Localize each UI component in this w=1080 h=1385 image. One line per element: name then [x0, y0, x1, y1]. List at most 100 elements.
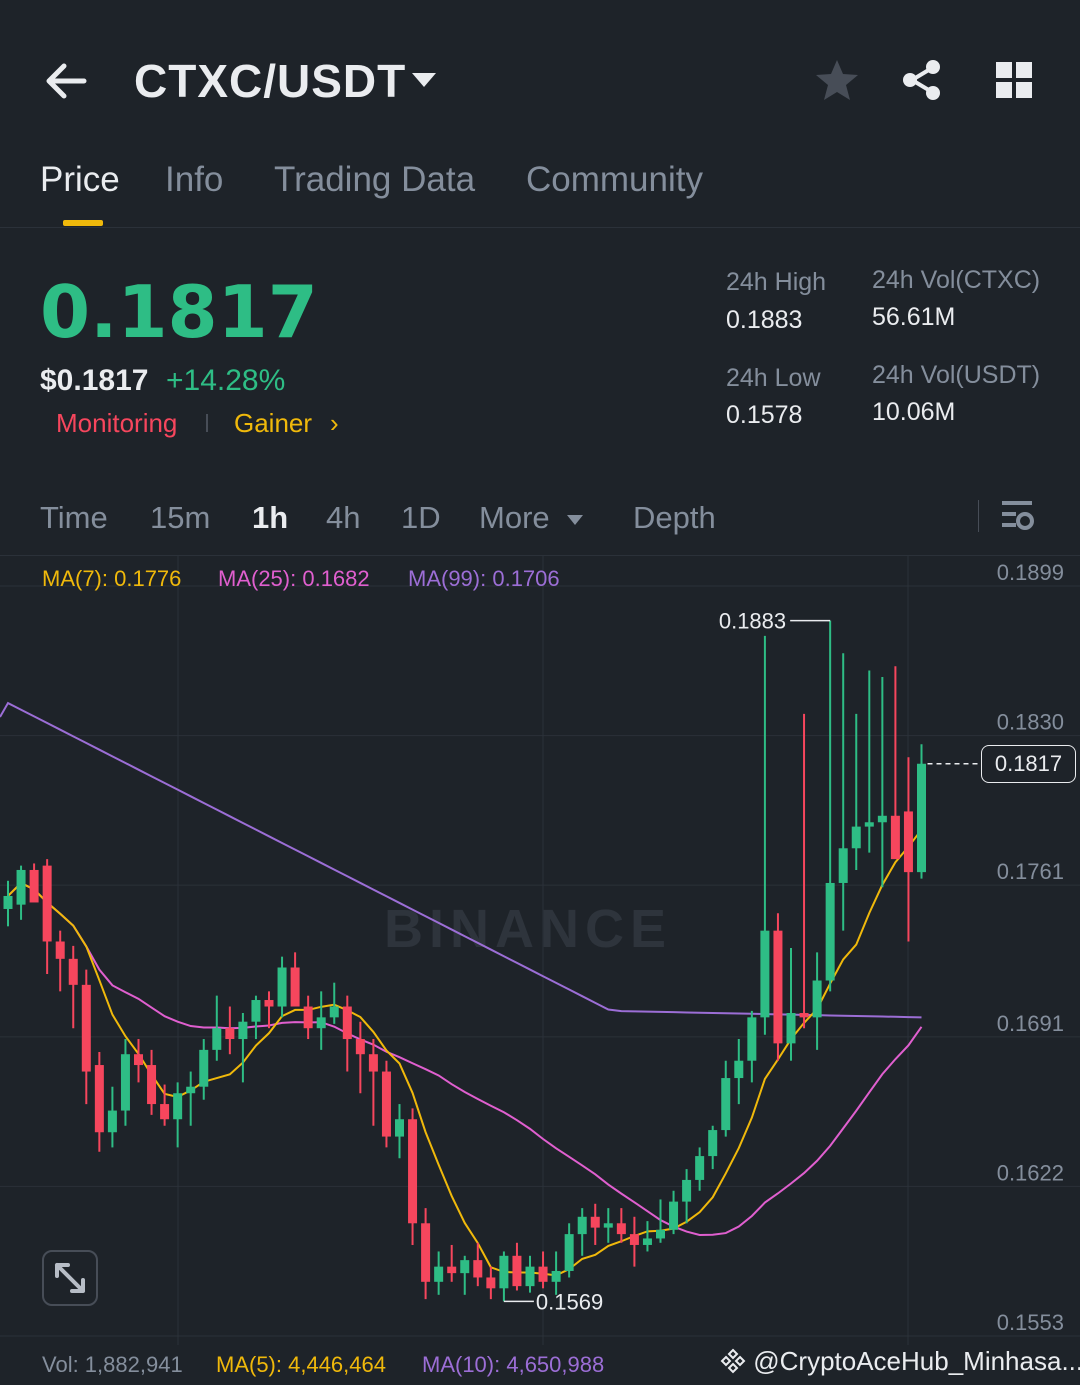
candle-body	[316, 1017, 326, 1029]
ma99-legend: MA(99): 0.1706	[408, 566, 560, 591]
candle-body	[238, 1021, 248, 1040]
tab-trading-data[interactable]: Trading Data	[274, 160, 475, 200]
candle-body	[395, 1119, 404, 1137]
stat-low-value: 0.1578	[726, 401, 803, 429]
ma25-legend: MA(25): 0.1682	[218, 566, 370, 591]
candle-body	[147, 1065, 157, 1105]
ma7-line	[7, 829, 923, 1277]
candle-body	[747, 1017, 757, 1061]
watermark-handle: @CryptoAceHub_Minhasa...	[720, 1346, 1080, 1377]
candle-body	[786, 1013, 796, 1044]
stat-high-label: 24h High	[726, 268, 827, 296]
ma99-line	[0, 701, 922, 1019]
share-button[interactable]	[900, 58, 944, 107]
candle-body	[656, 1229, 665, 1239]
interval-more[interactable]: More	[479, 500, 584, 536]
candle-body	[877, 815, 887, 823]
binance-logo-icon	[720, 1348, 746, 1374]
tab-community[interactable]: Community	[526, 160, 703, 200]
active-tab-indicator	[63, 220, 103, 226]
volume-ma5-legend: MA(5): 4,446,464	[216, 1352, 386, 1377]
candle-body	[16, 869, 26, 905]
candle-body	[708, 1130, 718, 1157]
candle-body	[199, 1049, 209, 1087]
tag-gainer[interactable]: Gainer	[234, 408, 312, 439]
candle-body	[277, 967, 287, 1007]
candle-body	[434, 1266, 444, 1282]
interval-1d[interactable]: 1D	[401, 500, 441, 536]
candle-body	[460, 1260, 470, 1274]
pair-selector-button[interactable]	[410, 70, 438, 95]
favorite-button[interactable]	[814, 58, 860, 107]
candle-body	[212, 1028, 222, 1050]
low-annotation: 0.1569	[536, 1289, 603, 1314]
pair-title[interactable]: CTXC/USDT	[134, 54, 406, 108]
candle-body	[512, 1255, 522, 1287]
candle-body	[695, 1156, 705, 1180]
candle-body	[120, 1054, 130, 1111]
binance-watermark: BINANCE	[384, 899, 672, 959]
candle-body	[42, 865, 52, 942]
tab-info[interactable]: Info	[165, 160, 223, 200]
candle-body	[825, 882, 835, 981]
y-axis-tick-label: 0.1830	[997, 710, 1064, 735]
caret-down-icon	[412, 73, 436, 87]
layout-grid-button[interactable]	[994, 60, 1034, 105]
interval-separator	[978, 500, 979, 532]
stat-vol-base-label: 24h Vol(CTXC)	[872, 266, 1041, 294]
candle-body	[917, 763, 926, 873]
ma7-legend: MA(7): 0.1776	[42, 566, 182, 591]
candle-body	[616, 1223, 626, 1235]
tabs-divider	[0, 227, 1080, 228]
volume-legend: Vol: 1,882,941	[42, 1352, 183, 1377]
arrow-left-icon	[46, 63, 87, 99]
stat-low-label: 24h Low	[726, 364, 821, 392]
candle-body	[525, 1266, 535, 1287]
candle-body	[473, 1260, 483, 1278]
top-bar: CTXC/USDT	[0, 0, 1080, 150]
candle-body	[734, 1060, 744, 1079]
candle-body	[173, 1093, 183, 1120]
candle-body	[342, 1006, 352, 1040]
tag-monitoring[interactable]: Monitoring	[56, 408, 177, 439]
candle-body	[773, 930, 783, 1044]
interval-15m[interactable]: 15m	[150, 500, 210, 536]
candlestick-chart[interactable]: BINANCE 0.1883 0.1569 0.1899 0.1830 0.1761 0.1…	[0, 555, 1080, 1355]
chevron-right-icon[interactable]: ›	[330, 408, 339, 439]
interval-more-label: More	[479, 500, 550, 535]
candle-body	[499, 1255, 509, 1289]
candle-body	[68, 958, 78, 985]
candle-body	[538, 1266, 548, 1282]
candle-body	[721, 1078, 731, 1131]
chart-settings-button[interactable]	[1000, 498, 1034, 537]
interval-1h[interactable]: 1h	[252, 500, 288, 536]
candle-body	[682, 1179, 692, 1202]
candle-body	[903, 811, 913, 873]
candle-body	[225, 1028, 235, 1040]
candle-body	[564, 1234, 574, 1271]
candle-body	[799, 1013, 809, 1018]
candle-body	[890, 815, 900, 860]
expand-chart-button[interactable]	[42, 1250, 98, 1306]
expand-icon	[55, 1263, 85, 1293]
interval-4h[interactable]: 4h	[326, 500, 360, 536]
candle-body	[160, 1104, 170, 1120]
caret-down-icon	[567, 514, 584, 525]
change-percent: +14.28%	[166, 364, 286, 397]
star-icon	[816, 60, 858, 100]
last-price: 0.1817	[40, 270, 318, 354]
stat-vol-quote-value: 10.06M	[872, 398, 956, 426]
candle-body	[486, 1277, 496, 1289]
candle-body	[577, 1216, 587, 1235]
interval-depth[interactable]: Depth	[633, 500, 716, 536]
interval-time[interactable]: Time	[40, 500, 108, 536]
candle-body	[551, 1270, 561, 1282]
tab-price[interactable]: Price	[40, 160, 120, 200]
back-button[interactable]	[40, 56, 92, 106]
candle-body	[55, 941, 65, 959]
y-axis-tick-label: 0.1691	[997, 1011, 1064, 1036]
high-annotation: 0.1883	[719, 609, 786, 634]
candle-body	[94, 1065, 104, 1133]
candle-body	[421, 1223, 431, 1282]
candle-body	[812, 980, 822, 1018]
